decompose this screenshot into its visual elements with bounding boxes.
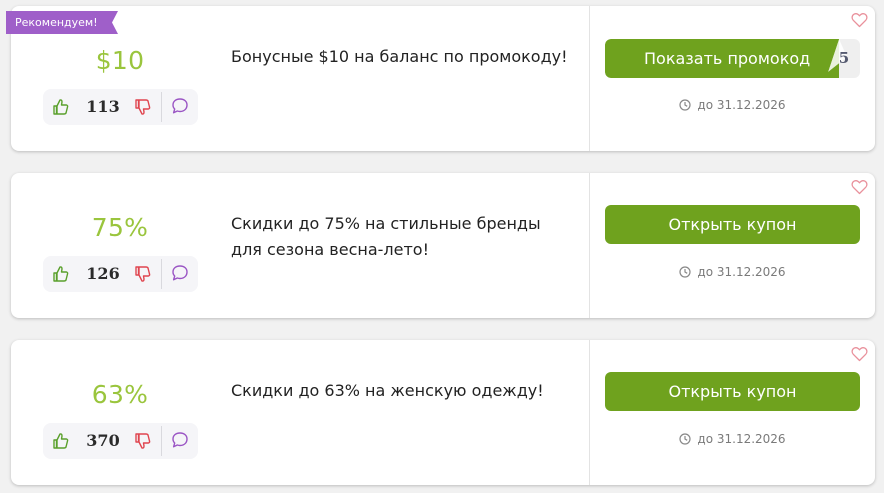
expiry-info: до 31.12.2026 xyxy=(605,98,860,112)
clock-icon xyxy=(679,266,692,278)
clock-icon xyxy=(679,433,692,445)
expiry-date: до 31.12.2026 xyxy=(697,432,786,446)
vote-separator xyxy=(161,92,162,122)
coupon-title: Скидки до 75% на стильные бренды для сез… xyxy=(231,214,541,259)
column-divider xyxy=(589,6,590,151)
coupon-title: Бонусные $10 на баланс по промокоду! xyxy=(231,47,568,66)
coupon-card: 75% 126 Скидки до 75% на стильные бренды… xyxy=(11,173,875,318)
discount-value: $10 xyxy=(95,46,145,75)
comment-icon[interactable] xyxy=(171,431,189,449)
heart-icon[interactable] xyxy=(851,179,868,195)
coupon-left-column: 75% 126 xyxy=(11,173,229,318)
promocode-tail: 5 xyxy=(838,49,850,67)
thumbs-down-icon[interactable] xyxy=(134,98,152,116)
recommended-badge: Рекомендуем! xyxy=(15,16,98,29)
expiry-date: до 31.12.2026 xyxy=(697,265,786,279)
open-coupon-button[interactable]: Открыть купон xyxy=(605,205,860,244)
clock-icon xyxy=(679,99,692,111)
vote-count: 370 xyxy=(86,431,120,450)
heart-icon[interactable] xyxy=(851,12,868,28)
expiry-date: до 31.12.2026 xyxy=(697,98,786,112)
heart-icon[interactable] xyxy=(851,346,868,362)
thumbs-down-icon[interactable] xyxy=(134,432,152,450)
open-coupon-button[interactable]: Открыть купон xyxy=(605,372,860,411)
thumbs-up-icon[interactable] xyxy=(52,432,70,450)
vote-panel: 113 xyxy=(43,89,198,125)
expiry-info: до 31.12.2026 xyxy=(605,432,860,446)
vote-count: 113 xyxy=(86,97,120,116)
thumbs-up-icon[interactable] xyxy=(52,98,70,116)
discount-value: 75% xyxy=(91,213,149,242)
vote-count: 126 xyxy=(86,264,120,283)
comment-icon[interactable] xyxy=(171,97,189,115)
vote-panel: 370 xyxy=(43,423,198,459)
column-divider xyxy=(589,173,590,318)
show-promocode-button[interactable]: Показать промокод 5 xyxy=(605,39,860,78)
discount-value: 63% xyxy=(91,380,149,409)
coupon-card: 63% 370 Скидки до 63% на женскую одежду!… xyxy=(11,340,875,485)
thumbs-down-icon[interactable] xyxy=(134,265,152,283)
vote-separator xyxy=(161,426,162,456)
thumbs-up-icon[interactable] xyxy=(52,265,70,283)
column-divider xyxy=(589,340,590,485)
vote-panel: 126 xyxy=(43,256,198,292)
coupon-title: Скидки до 63% на женскую одежду! xyxy=(231,381,544,400)
coupon-card: $10 113 Бонусные $10 на баланс по промок… xyxy=(11,6,875,151)
comment-icon[interactable] xyxy=(171,264,189,282)
button-label: Показать промокод xyxy=(644,49,811,68)
vote-separator xyxy=(161,259,162,289)
expiry-info: до 31.12.2026 xyxy=(605,265,860,279)
coupon-left-column: 63% 370 xyxy=(11,340,229,485)
